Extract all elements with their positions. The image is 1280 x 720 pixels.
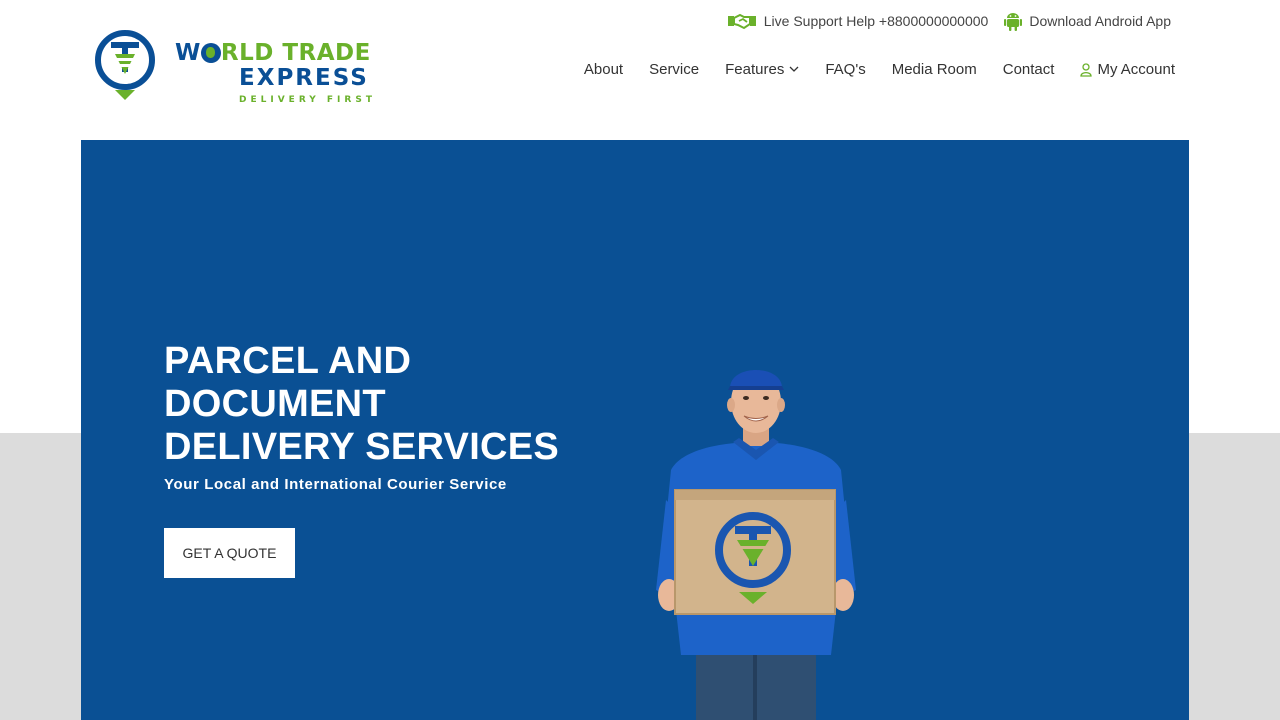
brand-logo[interactable]: W RLD TRADE EXPRESS DELIVERY FIRST: [93, 28, 393, 110]
nav-item-media-room[interactable]: Media Room: [879, 61, 990, 78]
main-navigation: About Service Features FAQ's Media Room …: [571, 61, 1175, 78]
nav-item-label: Media Room: [891, 61, 977, 78]
nav-item-service[interactable]: Service: [636, 61, 712, 78]
hero-title-line: DELIVERY SERVICES: [164, 426, 560, 468]
site-header: W RLD TRADE EXPRESS DELIVERY FIRST Live S…: [0, 0, 1280, 140]
hero-title-line: DOCUMENT: [164, 383, 386, 425]
brand-name-line1: W RLD TRADE: [175, 40, 371, 66]
logo-mark-icon: [95, 30, 155, 100]
top-bar: Live Support Help +8800000000000 Downloa…: [727, 11, 1171, 31]
nav-item-label: About: [583, 61, 624, 78]
android-icon: [1004, 13, 1023, 31]
hero-subtitle: Your Local and International Courier Ser…: [164, 476, 507, 493]
live-support-link[interactable]: Live Support Help +8800000000000: [727, 12, 989, 30]
brand-name-line2: EXPRESS: [239, 65, 369, 91]
handshake-icon: [727, 13, 756, 30]
nav-item-about[interactable]: About: [571, 61, 636, 78]
hero-banner: PARCEL AND DOCUMENT DELIVERY SERVICES Yo…: [81, 140, 1189, 720]
chevron-down-icon: [789, 66, 799, 72]
nav-item-my-account[interactable]: My Account: [1067, 61, 1175, 78]
nav-item-label: Service: [649, 61, 700, 78]
globe-icon: [200, 43, 221, 63]
nav-item-features[interactable]: Features: [712, 61, 812, 78]
courier-holding-box-image: [656, 370, 856, 720]
android-app-link[interactable]: Download Android App: [1004, 11, 1171, 31]
hero-title-line: PARCEL AND: [164, 340, 412, 382]
nav-item-label: FAQ's: [825, 61, 866, 78]
hero-title: PARCEL AND DOCUMENT DELIVERY SERVICES: [164, 340, 644, 469]
nav-item-label: Contact: [1002, 61, 1055, 78]
nav-item-label: Features: [725, 61, 785, 78]
live-support-label: Live Support Help +8800000000000: [763, 13, 989, 29]
nav-item-contact[interactable]: Contact: [990, 61, 1068, 78]
nav-item-label: My Account: [1097, 61, 1175, 78]
android-app-label: Download Android App: [1029, 13, 1171, 29]
user-icon: [1080, 62, 1093, 77]
nav-item-faqs[interactable]: FAQ's: [812, 61, 878, 78]
brand-tagline: DELIVERY FIRST: [239, 95, 376, 105]
get-a-quote-button[interactable]: GET A QUOTE: [164, 528, 295, 578]
